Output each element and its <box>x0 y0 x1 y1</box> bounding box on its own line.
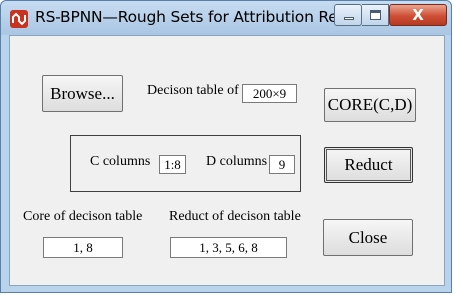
title-bar[interactable]: RS-BPNN—Rough Sets for Attribution Redu.… <box>1 1 451 35</box>
maximize-button[interactable] <box>362 4 389 26</box>
maximize-icon <box>370 10 381 20</box>
reduct-button[interactable]: Reduct <box>324 147 413 183</box>
dialog-body: Browse... Decison table of 200×9 CORE(C,… <box>9 35 445 286</box>
close-icon: X <box>412 6 424 24</box>
browse-button[interactable]: Browse... <box>42 75 123 112</box>
d-columns-label: D columns <box>206 154 268 169</box>
columns-group: C columns 1:8 D columns 9 <box>70 135 301 192</box>
decision-table-size-field: 200×9 <box>242 84 297 103</box>
window-title: RS-BPNN—Rough Sets for Attribution Redu.… <box>35 8 372 26</box>
c-columns-input[interactable]: 1:8 <box>159 155 186 174</box>
core-table-field: 1, 8 <box>43 237 123 258</box>
minimize-button[interactable] <box>334 4 362 26</box>
close-button[interactable]: Close <box>323 219 413 256</box>
reduct-table-field: 1, 3, 5, 6, 8 <box>170 237 287 258</box>
close-window-button[interactable]: X <box>389 4 447 26</box>
c-columns-label: C columns <box>90 154 151 169</box>
core-table-label: Core of decison table <box>23 209 143 224</box>
app-icon <box>10 10 28 28</box>
d-columns-input[interactable]: 9 <box>269 155 295 174</box>
app-window: RS-BPNN—Rough Sets for Attribution Redu.… <box>0 0 452 293</box>
minimize-icon <box>344 17 354 20</box>
reduct-table-label: Reduct of decison table <box>169 209 301 224</box>
decision-table-label: Decison table of <box>147 83 239 98</box>
core-cd-button[interactable]: CORE(C,D) <box>324 88 416 122</box>
